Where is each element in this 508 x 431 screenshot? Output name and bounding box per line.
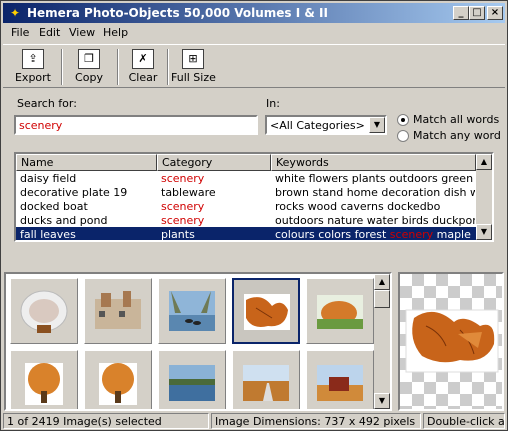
clear-label: Clear [128,71,158,84]
cell-keywords: white flowers plants outdoors green gras… [275,172,475,185]
scroll-up-icon[interactable]: ▲ [476,154,492,170]
thumbnail[interactable] [10,278,78,344]
cell-name: fall leaves [20,228,76,241]
toolbar: ⇪ Export ❐ Copy ✗ Clear ⊞ Full Size [3,44,505,88]
status-bar: 1 of 2419 Image(s) selected Image Dimens… [3,412,505,430]
cell-name: docked boat [20,200,88,213]
scroll-up-icon[interactable]: ▲ [374,274,390,290]
maximize-button[interactable]: □ [469,6,485,20]
status-selection: 1 of 2419 Image(s) selected [3,413,209,429]
copy-icon: ❐ [78,49,100,69]
menu-view[interactable]: View [69,26,95,39]
export-label: Export [14,71,51,84]
full-size-button[interactable]: ⊞ Full Size [171,47,216,87]
cell-category: scenery [161,214,205,227]
image-preview [398,272,504,411]
toolbar-separator [167,49,169,85]
thumbnail[interactable] [232,350,300,409]
thumbnail-image [95,291,141,329]
chevron-down-icon[interactable]: ▼ [369,117,385,133]
gallery-scrollbar[interactable]: ▲ ▼ [374,274,390,409]
column-header-category[interactable]: Category [157,154,271,171]
match-any-label: Match any word [413,129,501,142]
cell-category: plants [161,228,195,241]
thumbnail-image [25,363,63,405]
cell-name: daisy field [20,172,77,185]
thumbnail[interactable] [84,350,152,409]
thumbnail-image [20,290,68,333]
scroll-down-icon[interactable]: ▼ [374,393,390,409]
thumbnail[interactable] [10,350,78,409]
keyword-match: scenery [389,228,434,241]
cell-keywords: rocks wood caverns dockedbo [275,200,475,213]
thumbnail-gallery: ▲ ▼ [4,272,392,411]
cell-keywords: outdoors nature water birds duckpond [275,214,475,227]
export-button[interactable]: ⇪ Export [13,47,53,87]
match-all-radio[interactable] [397,114,409,126]
thumbnail[interactable] [306,278,374,344]
toolbar-separator [117,49,119,85]
match-any-radio[interactable] [397,130,409,142]
search-label: Search for: [17,97,77,110]
window-title: Hemera Photo-Objects 50,000 Volumes I & … [27,6,328,20]
thumbnail-image [169,291,215,331]
cell-category: tableware [161,186,216,199]
toolbar-separator [61,49,63,85]
thumbnail-image [244,294,290,330]
cell-category: scenery [161,200,205,213]
thumbnail-image [317,365,363,401]
column-header-name[interactable]: Name [16,154,157,171]
thumbnail-image [317,295,363,329]
full-size-label: Full Size [171,71,216,84]
thumbnail[interactable] [306,350,374,409]
keywords-text: white flowers plants outdoors green gras… [275,172,475,185]
cell-name: ducks and pond [20,214,108,227]
thumbnail[interactable] [84,278,152,344]
keywords-text: rocks wood caverns dockedbo [275,200,441,213]
export-icon: ⇪ [22,49,44,69]
status-dimensions: Image Dimensions: 737 x 492 pixels [211,413,421,429]
keywords-text: outdoors nature water birds duckpond [275,214,475,227]
close-button[interactable]: × [487,6,503,20]
match-all-label: Match all words [413,113,500,126]
menu-edit[interactable]: Edit [39,26,60,39]
thumbnail-image [169,365,215,401]
search-input[interactable]: scenery [14,115,258,135]
menu-bar: File Edit View Help [3,24,505,42]
title-bar: ✦ Hemera Photo-Objects 50,000 Volumes I … [3,3,505,23]
cell-keywords: brown stand home decoration dish white h… [275,186,475,199]
category-select[interactable]: <All Categories> ▼ [265,115,387,135]
cell-category: scenery [161,172,205,185]
thumbnail[interactable] [232,278,300,344]
menu-file[interactable]: File [11,26,29,39]
clear-button[interactable]: ✗ Clear [123,47,163,87]
keywords-text: brown stand home decoration dish white h… [275,186,475,199]
table-row[interactable]: fall leaves plants colours colors forest s… [16,227,476,241]
cell-name: decorative plate 19 [20,186,128,199]
keywords-text: maple leaf ora [436,228,475,241]
app-window: ✦ Hemera Photo-Objects 50,000 Volumes I … [0,0,508,431]
minimize-button[interactable]: _ [453,6,469,20]
copy-label: Copy [75,71,103,84]
keywords-text: colours colors forest [275,228,390,241]
scroll-thumb[interactable] [374,290,390,308]
status-hint: Double-click a [423,413,505,429]
results-scrollbar[interactable]: ▲ ▼ [476,154,492,240]
butterfly-icon: ✦ [9,6,21,20]
scroll-down-icon[interactable]: ▼ [476,224,492,240]
preview-image [405,309,499,373]
thumbnail-image [99,363,137,405]
results-list: Name Category Keywords daisy field scener… [14,152,494,242]
copy-button[interactable]: ❐ Copy [69,47,109,87]
thumbnail[interactable] [158,350,226,409]
thumbnail-image [243,365,289,401]
cell-keywords: colours colors forest scenery maple leaf… [275,228,475,241]
full-size-icon: ⊞ [182,49,204,69]
thumbnail[interactable] [158,278,226,344]
category-label: In: [266,97,280,110]
column-header-keywords[interactable]: Keywords [271,154,476,171]
clear-icon: ✗ [132,49,154,69]
menu-help[interactable]: Help [103,26,128,39]
category-value: <All Categories> [270,119,365,132]
